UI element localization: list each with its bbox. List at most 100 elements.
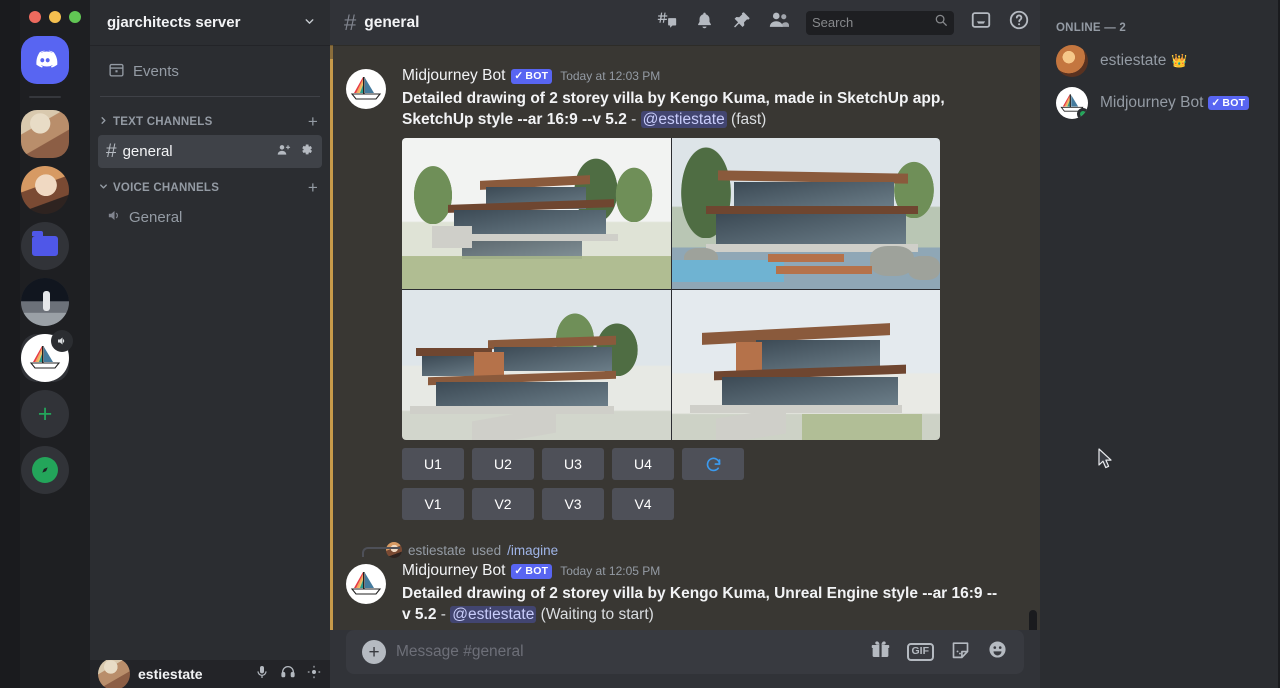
threads-icon[interactable] — [656, 9, 678, 36]
search-input[interactable]: Search — [806, 11, 954, 35]
message-author-name-2[interactable]: Midjourney Bot — [402, 562, 505, 581]
message-text-line2: SketchUp style --ar 16:9 --v 5.2 — [402, 111, 627, 128]
inbox-icon[interactable] — [970, 9, 992, 36]
message-status-text: (fast) — [731, 111, 766, 128]
verified-check-icon-member: ✓ — [1211, 97, 1220, 109]
midjourney-action-buttons: U1 U2 U3 U4 — [402, 448, 1024, 520]
server-header[interactable]: gjarchitects server — [90, 0, 330, 45]
message-author-avatar-2[interactable] — [346, 564, 386, 604]
close-window-button[interactable] — [29, 11, 41, 23]
category-voice-channels[interactable]: VOICE CHANNELS + — [90, 169, 330, 200]
reference-username[interactable]: estiestate — [408, 543, 466, 558]
variation-button-v1[interactable]: V1 — [402, 488, 464, 520]
discord-app-window: + gjarchitects server — [0, 0, 1280, 688]
variation-button-v3[interactable]: V3 — [542, 488, 604, 520]
composer-input-wrapper[interactable]: + Message #general GIF — [346, 630, 1024, 674]
user-settings-gear-icon[interactable] — [306, 664, 322, 685]
minimize-window-button[interactable] — [49, 11, 61, 23]
zoom-window-button[interactable] — [69, 11, 81, 23]
variation-button-v2[interactable]: V2 — [472, 488, 534, 520]
server-rail-item-dm-avatar-2[interactable] — [21, 166, 69, 214]
create-text-channel-button[interactable]: + — [308, 113, 318, 130]
attach-file-button[interactable]: + — [362, 640, 386, 664]
composer-placeholder[interactable]: Message #general — [396, 643, 860, 661]
message-mention[interactable]: @estiestate — [641, 111, 727, 128]
upscale-button-u3[interactable]: U3 — [542, 448, 604, 480]
user-panel-avatar[interactable] — [98, 660, 130, 688]
refresh-icon — [705, 456, 722, 473]
help-icon[interactable] — [1008, 9, 1030, 36]
events-label: Events — [133, 63, 179, 80]
message-group-2[interactable]: estiestate used /imagine — [330, 532, 1040, 629]
invite-members-icon[interactable] — [276, 142, 292, 162]
server-rail-item-folder[interactable] — [21, 222, 69, 270]
message-scrollbar-track[interactable] — [1029, 90, 1037, 568]
upscale-button-u1[interactable]: U1 — [402, 448, 464, 480]
category-text-channels[interactable]: TEXT CHANNELS + — [90, 103, 330, 134]
member-row-midjourney-bot[interactable]: Midjourney Bot ✓ BOT — [1048, 82, 1272, 124]
server-rail-item-moon[interactable] — [21, 278, 69, 326]
message-composer: + Message #general GIF — [330, 630, 1040, 688]
crown-icon: 👑 — [1171, 53, 1187, 69]
members-icon[interactable] — [768, 9, 790, 36]
member-bot-badge-label: BOT — [1222, 97, 1245, 109]
server-rail-item-dm-avatar-1[interactable] — [21, 110, 69, 158]
search-icon — [934, 13, 948, 32]
sidebar-item-voice-general[interactable]: General — [98, 201, 322, 234]
message-status-2: (Waiting to start) — [541, 606, 654, 623]
grid-tile-3[interactable] — [402, 290, 671, 441]
message-group-1[interactable]: Midjourney Bot ✓ BOT Today at 12:03 PM D… — [330, 59, 1040, 532]
server-rail-item-discord-home[interactable] — [21, 36, 69, 84]
speaker-icon — [56, 335, 68, 347]
bell-icon[interactable] — [694, 10, 715, 36]
grid-tile-2[interactable] — [672, 138, 941, 289]
emoji-icon[interactable] — [987, 639, 1008, 665]
search-placeholder: Search — [812, 15, 930, 30]
message-author-name[interactable]: Midjourney Bot — [402, 67, 505, 86]
message-list[interactable]: Midjourney Bot ✓ BOT Today at 12:03 PM D… — [330, 45, 1040, 630]
reply-curve-decoration — [362, 547, 400, 557]
grid-tile-1[interactable] — [402, 138, 671, 289]
member-label-midjourney-bot: Midjourney Bot — [1100, 94, 1203, 112]
dm-avatar-1-image — [21, 110, 69, 158]
reference-command[interactable]: /imagine — [507, 543, 558, 558]
reroll-button[interactable] — [682, 448, 744, 480]
message-author-avatar[interactable] — [346, 69, 386, 109]
bot-badge: ✓ BOT — [511, 69, 552, 84]
chevron-right-icon — [98, 115, 109, 129]
command-reference-line: estiestate used /imagine — [330, 538, 1024, 560]
message-scrollbar-thumb[interactable] — [1029, 610, 1037, 630]
member-avatar-estiestate[interactable] — [1056, 45, 1088, 77]
variation-button-row: V1 V2 V3 V4 — [402, 488, 1024, 520]
bot-badge-label-2: BOT — [525, 565, 548, 578]
gift-icon[interactable] — [870, 639, 891, 665]
create-voice-channel-button[interactable]: + — [308, 179, 318, 196]
server-rail-item-midjourney[interactable] — [21, 334, 69, 382]
explore-servers-button[interactable] — [21, 446, 69, 494]
sidebar-item-general[interactable]: # general — [98, 135, 322, 168]
message-text-2: Detailed drawing of 2 storey villa by Ke… — [402, 583, 1024, 626]
chevron-down-icon-voice — [98, 181, 109, 195]
channel-name-general: general — [123, 143, 270, 160]
member-name-estiestate: estiestate 👑 — [1100, 52, 1188, 70]
upscale-button-u2[interactable]: U2 — [472, 448, 534, 480]
channel-settings-gear-icon[interactable] — [299, 142, 314, 161]
deafen-headphones-icon[interactable] — [280, 664, 296, 685]
bot-badge-label: BOT — [525, 70, 548, 83]
member-avatar-midjourney-bot[interactable] — [1056, 87, 1088, 119]
topbar-channel-title: general — [364, 14, 419, 32]
verified-check-icon: ✓ — [514, 70, 523, 83]
sticker-icon[interactable] — [950, 639, 971, 665]
grid-tile-4[interactable] — [672, 290, 941, 441]
add-server-button[interactable]: + — [21, 390, 69, 438]
variation-button-v4[interactable]: V4 — [612, 488, 674, 520]
message-accent-bar — [330, 59, 333, 532]
member-row-estiestate[interactable]: estiestate 👑 — [1048, 40, 1272, 82]
pin-icon[interactable] — [731, 10, 752, 36]
upscale-button-u4[interactable]: U4 — [612, 448, 674, 480]
gif-icon[interactable]: GIF — [907, 643, 935, 661]
image-grid-attachment[interactable] — [402, 138, 940, 440]
mute-microphone-icon[interactable] — [254, 664, 270, 685]
message-mention-2[interactable]: @estiestate — [450, 606, 536, 623]
sidebar-item-events[interactable]: Events — [98, 55, 322, 88]
